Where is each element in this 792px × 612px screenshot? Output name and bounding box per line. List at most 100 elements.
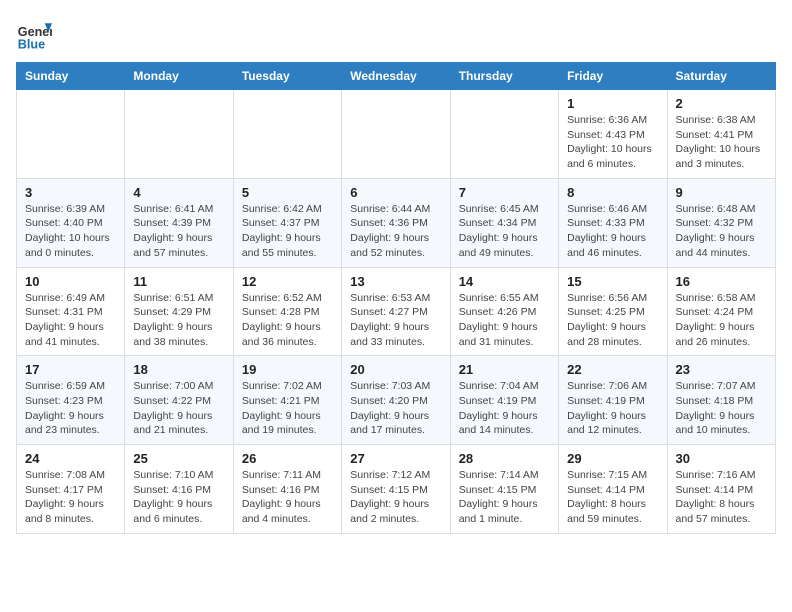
calendar-cell: 11 Sunrise: 6:51 AM Sunset: 4:29 PM Dayli…: [125, 267, 233, 356]
calendar-week-row: 24Sunrise: 7:08 AM Sunset: 4:17 PM Dayli…: [17, 445, 776, 534]
day-info: Sunrise: 7:06 AM Sunset: 4:19 PM Dayligh…: [567, 379, 658, 438]
day-info: Sunrise: 6:42 AM Sunset: 4:37 PM Dayligh…: [242, 202, 333, 261]
calendar-cell: 4 Sunrise: 6:41 AM Sunset: 4:39 PM Daylig…: [125, 178, 233, 267]
weekday-header: Friday: [559, 63, 667, 90]
calendar-cell: 16Sunrise: 6:58 AM Sunset: 4:24 PM Dayli…: [667, 267, 775, 356]
day-info: Sunrise: 7:14 AM Sunset: 4:15 PM Dayligh…: [459, 468, 550, 527]
calendar-cell: 7 Sunrise: 6:45 AM Sunset: 4:34 PM Daylig…: [450, 178, 558, 267]
day-info: Sunrise: 7:10 AM Sunset: 4:16 PM Dayligh…: [133, 468, 224, 527]
day-number: 13: [350, 274, 441, 289]
calendar-cell: 15 Sunrise: 6:56 AM Sunset: 4:25 PM Dayli…: [559, 267, 667, 356]
day-info: Sunrise: 7:04 AM Sunset: 4:19 PM Dayligh…: [459, 379, 550, 438]
day-info: Sunrise: 6:53 AM Sunset: 4:27 PM Dayligh…: [350, 291, 441, 350]
calendar-cell: 21 Sunrise: 7:04 AM Sunset: 4:19 PM Dayli…: [450, 356, 558, 445]
day-info: Sunrise: 6:59 AM Sunset: 4:23 PM Dayligh…: [25, 379, 116, 438]
day-number: 27: [350, 451, 441, 466]
day-info: Sunrise: 7:00 AM Sunset: 4:22 PM Dayligh…: [133, 379, 224, 438]
day-info: Sunrise: 6:56 AM Sunset: 4:25 PM Dayligh…: [567, 291, 658, 350]
calendar-week-row: 3 Sunrise: 6:39 AM Sunset: 4:40 PM Daylig…: [17, 178, 776, 267]
calendar-cell: 1 Sunrise: 6:36 AM Sunset: 4:43 PM Daylig…: [559, 90, 667, 179]
day-number: 25: [133, 451, 224, 466]
day-info: Sunrise: 6:49 AM Sunset: 4:31 PM Dayligh…: [25, 291, 116, 350]
day-number: 24: [25, 451, 116, 466]
day-number: 22: [567, 362, 658, 377]
calendar-cell: 18 Sunrise: 7:00 AM Sunset: 4:22 PM Dayli…: [125, 356, 233, 445]
calendar-cell: 8 Sunrise: 6:46 AM Sunset: 4:33 PM Daylig…: [559, 178, 667, 267]
day-info: Sunrise: 6:58 AM Sunset: 4:24 PM Dayligh…: [676, 291, 767, 350]
calendar-cell: 5 Sunrise: 6:42 AM Sunset: 4:37 PM Daylig…: [233, 178, 341, 267]
day-number: 6: [350, 185, 441, 200]
day-info: Sunrise: 6:48 AM Sunset: 4:32 PM Dayligh…: [676, 202, 767, 261]
calendar-cell: 14 Sunrise: 6:55 AM Sunset: 4:26 PM Dayli…: [450, 267, 558, 356]
calendar-cell: 27 Sunrise: 7:12 AM Sunset: 4:15 PM Dayli…: [342, 445, 450, 534]
logo: General Blue: [16, 16, 56, 52]
calendar-cell: 25 Sunrise: 7:10 AM Sunset: 4:16 PM Dayli…: [125, 445, 233, 534]
day-number: 4: [133, 185, 224, 200]
weekday-header: Tuesday: [233, 63, 341, 90]
calendar-cell: 17 Sunrise: 6:59 AM Sunset: 4:23 PM Dayli…: [17, 356, 125, 445]
day-info: Sunrise: 6:46 AM Sunset: 4:33 PM Dayligh…: [567, 202, 658, 261]
weekday-header: Wednesday: [342, 63, 450, 90]
day-info: Sunrise: 6:52 AM Sunset: 4:28 PM Dayligh…: [242, 291, 333, 350]
svg-text:Blue: Blue: [18, 37, 45, 51]
calendar-cell: 3 Sunrise: 6:39 AM Sunset: 4:40 PM Daylig…: [17, 178, 125, 267]
day-info: Sunrise: 6:45 AM Sunset: 4:34 PM Dayligh…: [459, 202, 550, 261]
calendar-cell: [233, 90, 341, 179]
day-info: Sunrise: 6:36 AM Sunset: 4:43 PM Dayligh…: [567, 113, 658, 172]
logo-icon: General Blue: [16, 16, 52, 52]
day-info: Sunrise: 6:55 AM Sunset: 4:26 PM Dayligh…: [459, 291, 550, 350]
day-number: 14: [459, 274, 550, 289]
day-info: Sunrise: 7:02 AM Sunset: 4:21 PM Dayligh…: [242, 379, 333, 438]
weekday-header: Sunday: [17, 63, 125, 90]
weekday-header-row: SundayMondayTuesdayWednesdayThursdayFrid…: [17, 63, 776, 90]
day-info: Sunrise: 6:39 AM Sunset: 4:40 PM Dayligh…: [25, 202, 116, 261]
day-info: Sunrise: 7:16 AM Sunset: 4:14 PM Dayligh…: [676, 468, 767, 527]
day-info: Sunrise: 6:51 AM Sunset: 4:29 PM Dayligh…: [133, 291, 224, 350]
calendar-cell: 23Sunrise: 7:07 AM Sunset: 4:18 PM Dayli…: [667, 356, 775, 445]
day-number: 8: [567, 185, 658, 200]
day-number: 18: [133, 362, 224, 377]
day-number: 17: [25, 362, 116, 377]
calendar: SundayMondayTuesdayWednesdayThursdayFrid…: [16, 62, 776, 534]
day-number: 29: [567, 451, 658, 466]
calendar-cell: [450, 90, 558, 179]
calendar-cell: 28 Sunrise: 7:14 AM Sunset: 4:15 PM Dayli…: [450, 445, 558, 534]
day-info: Sunrise: 7:12 AM Sunset: 4:15 PM Dayligh…: [350, 468, 441, 527]
day-number: 15: [567, 274, 658, 289]
calendar-cell: 13 Sunrise: 6:53 AM Sunset: 4:27 PM Dayli…: [342, 267, 450, 356]
day-number: 21: [459, 362, 550, 377]
calendar-cell: [125, 90, 233, 179]
day-info: Sunrise: 6:44 AM Sunset: 4:36 PM Dayligh…: [350, 202, 441, 261]
calendar-cell: 9Sunrise: 6:48 AM Sunset: 4:32 PM Daylig…: [667, 178, 775, 267]
weekday-header: Thursday: [450, 63, 558, 90]
day-info: Sunrise: 7:03 AM Sunset: 4:20 PM Dayligh…: [350, 379, 441, 438]
calendar-cell: 6 Sunrise: 6:44 AM Sunset: 4:36 PM Daylig…: [342, 178, 450, 267]
day-info: Sunrise: 6:38 AM Sunset: 4:41 PM Dayligh…: [676, 113, 767, 172]
calendar-cell: 12Sunrise: 6:52 AM Sunset: 4:28 PM Dayli…: [233, 267, 341, 356]
day-number: 2: [676, 96, 767, 111]
weekday-header: Monday: [125, 63, 233, 90]
calendar-cell: [17, 90, 125, 179]
day-number: 11: [133, 274, 224, 289]
day-number: 5: [242, 185, 333, 200]
day-number: 7: [459, 185, 550, 200]
calendar-cell: 30Sunrise: 7:16 AM Sunset: 4:14 PM Dayli…: [667, 445, 775, 534]
day-info: Sunrise: 7:07 AM Sunset: 4:18 PM Dayligh…: [676, 379, 767, 438]
calendar-cell: 2 Sunrise: 6:38 AM Sunset: 4:41 PM Daylig…: [667, 90, 775, 179]
calendar-cell: 24Sunrise: 7:08 AM Sunset: 4:17 PM Dayli…: [17, 445, 125, 534]
day-info: Sunrise: 6:41 AM Sunset: 4:39 PM Dayligh…: [133, 202, 224, 261]
day-number: 19: [242, 362, 333, 377]
weekday-header: Saturday: [667, 63, 775, 90]
day-number: 3: [25, 185, 116, 200]
day-info: Sunrise: 7:11 AM Sunset: 4:16 PM Dayligh…: [242, 468, 333, 527]
calendar-cell: 10Sunrise: 6:49 AM Sunset: 4:31 PM Dayli…: [17, 267, 125, 356]
day-number: 26: [242, 451, 333, 466]
day-info: Sunrise: 7:15 AM Sunset: 4:14 PM Dayligh…: [567, 468, 658, 527]
calendar-week-row: 17 Sunrise: 6:59 AM Sunset: 4:23 PM Dayli…: [17, 356, 776, 445]
day-number: 1: [567, 96, 658, 111]
calendar-cell: 20 Sunrise: 7:03 AM Sunset: 4:20 PM Dayli…: [342, 356, 450, 445]
calendar-week-row: 1 Sunrise: 6:36 AM Sunset: 4:43 PM Daylig…: [17, 90, 776, 179]
day-number: 20: [350, 362, 441, 377]
day-number: 28: [459, 451, 550, 466]
header: General Blue: [16, 16, 776, 52]
